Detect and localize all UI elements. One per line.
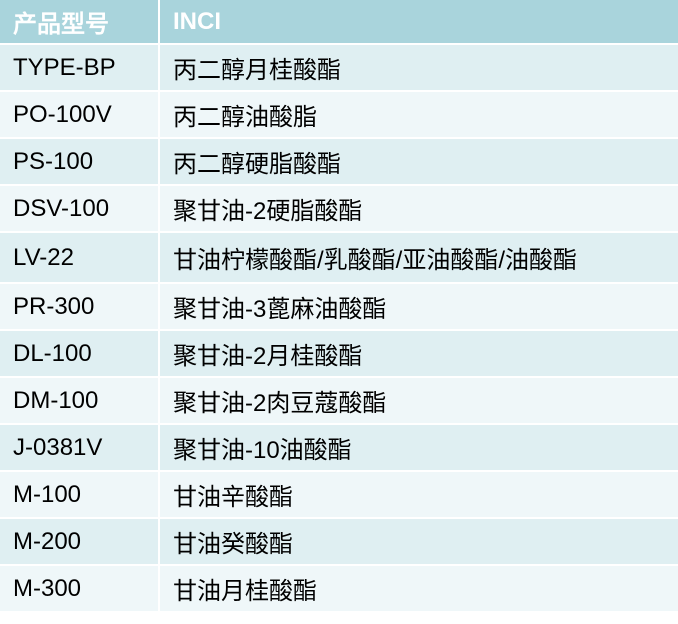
inci-cell: 聚甘油-3蓖麻油酸酯 [158,283,678,331]
product-model-cell: M-100 [0,471,159,519]
product-model-cell: M-200 [0,518,159,566]
product-model-cell: DSV-100 [0,185,159,233]
table-row: LV-22 甘油柠檬酸酯/乳酸酯/亚油酸酯/油酸酯 [0,232,678,284]
table-row: DL-100 聚甘油-2月桂酸酯 [0,330,678,378]
table-row: PO-100V 丙二醇油酸脂 [0,91,678,139]
inci-cell: 聚甘油-2硬脂酸酯 [158,185,678,233]
table-row: PR-300 聚甘油-3蓖麻油酸酯 [0,283,678,331]
inci-cell: 甘油癸酸酯 [158,518,678,566]
table-row: TYPE-BP 丙二醇月桂酸酯 [0,44,678,92]
inci-cell: 甘油柠檬酸酯/乳酸酯/亚油酸酯/油酸酯 [158,232,678,284]
product-model-cell: DM-100 [0,377,159,425]
product-model-cell: J-0381V [0,424,159,472]
product-model-cell: PS-100 [0,138,159,186]
table-row: PS-100 丙二醇硬脂酸酯 [0,138,678,186]
inci-cell: 甘油辛酸酯 [158,471,678,519]
inci-cell: 甘油月桂酸酯 [158,565,678,613]
inci-cell: 聚甘油-2月桂酸酯 [158,330,678,378]
table-row: M-100 甘油辛酸酯 [0,471,678,519]
table-row: DSV-100 聚甘油-2硬脂酸酯 [0,185,678,233]
header-product-model: 产品型号 [0,0,159,45]
table-row: M-200 甘油癸酸酯 [0,518,678,566]
table-row: M-300 甘油月桂酸酯 [0,565,678,613]
product-model-cell: PO-100V [0,91,159,139]
header-inci: INCI [158,0,678,45]
inci-cell: 聚甘油-10油酸酯 [158,424,678,472]
product-model-cell: TYPE-BP [0,44,159,92]
inci-cell: 聚甘油-2肉豆蔻酸酯 [158,377,678,425]
inci-cell: 丙二醇油酸脂 [158,91,678,139]
product-model-cell: DL-100 [0,330,159,378]
product-inci-table: 产品型号 INCI TYPE-BP 丙二醇月桂酸酯 PO-100V 丙二醇油酸脂… [0,0,678,613]
product-model-cell: PR-300 [0,283,159,331]
table-row: DM-100 聚甘油-2肉豆蔻酸酯 [0,377,678,425]
inci-cell: 丙二醇硬脂酸酯 [158,138,678,186]
table-row: J-0381V 聚甘油-10油酸酯 [0,424,678,472]
product-model-cell: M-300 [0,565,159,613]
table-header-row: 产品型号 INCI [0,0,678,45]
inci-cell: 丙二醇月桂酸酯 [158,44,678,92]
product-model-cell: LV-22 [0,232,159,284]
